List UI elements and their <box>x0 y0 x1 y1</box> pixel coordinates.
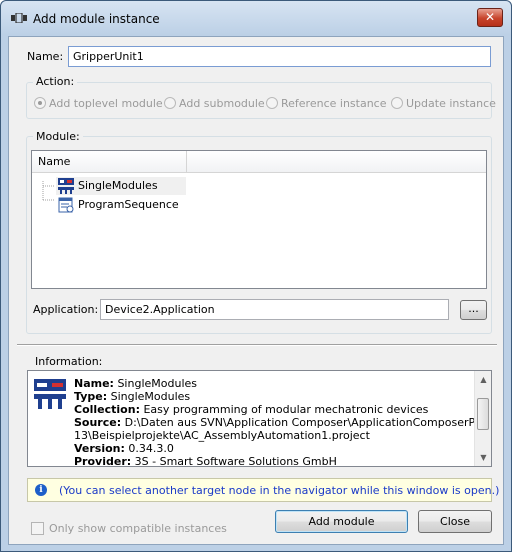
info-type: Type: SingleModules <box>74 390 191 403</box>
application-input[interactable]: Device2.Application <box>100 299 449 320</box>
program-sequence-icon <box>58 197 74 213</box>
hint-text: (You can select another target node in t… <box>59 484 500 497</box>
scroll-thumb[interactable] <box>477 398 489 430</box>
title-bar[interactable]: Add module instance ✕ <box>1 1 511 35</box>
module-set-large-icon <box>34 379 66 409</box>
window-title: Add module instance <box>33 12 160 26</box>
browse-application-button[interactable]: ... <box>460 300 487 320</box>
radio-icon <box>391 97 403 109</box>
close-window-button[interactable]: ✕ <box>477 8 503 27</box>
info-name: Name: SingleModules <box>74 377 197 390</box>
hint-bar: i (You can select another target node in… <box>27 478 499 502</box>
module-group-title: Module: <box>33 130 83 143</box>
dialog-client-area: Name: GripperUnit1 Action: Add toplevel … <box>8 36 504 545</box>
tree-item-programsequence[interactable]: ProgramSequence <box>56 196 186 214</box>
info-source-continued: 13\Beispielprojekte\AC_AssemblyAutomatio… <box>74 429 370 442</box>
radio-add-toplevel-module[interactable]: Add toplevel module <box>34 97 163 110</box>
module-app-icon <box>11 13 27 23</box>
tree-connector-lines <box>42 181 55 201</box>
info-source: Source: D:\Daten aus SVN\Application Com… <box>74 416 492 429</box>
name-label: Name: <box>27 50 64 63</box>
radio-icon <box>164 97 176 109</box>
radio-icon <box>266 97 278 109</box>
close-button[interactable]: Close <box>418 510 492 533</box>
compatible-only-checkbox[interactable] <box>31 522 44 535</box>
info-version: Version: 0.34.3.0 <box>74 442 174 455</box>
information-panel: Name: SingleModules Type: SingleModules … <box>27 370 492 467</box>
module-tree[interactable]: Name SingleModules ProgramSequence <box>31 150 487 289</box>
scroll-up-arrow-icon[interactable]: ▲ <box>475 371 491 388</box>
info-provider: Provider: 3S - Smart Software Solutions … <box>74 455 337 467</box>
radio-reference-instance[interactable]: Reference instance <box>266 97 387 110</box>
dialog-window: Add module instance ✕ Name: GripperUnit1… <box>0 0 512 552</box>
radio-update-instance[interactable]: Update instance <box>391 97 496 110</box>
compatible-only-label: Only show compatible instances <box>49 522 227 535</box>
column-header-name[interactable]: Name <box>32 151 187 173</box>
radio-selected-icon <box>34 97 46 109</box>
panel-splitter[interactable] <box>17 344 497 346</box>
tree-item-singlemodules[interactable]: SingleModules <box>56 177 186 195</box>
scroll-down-arrow-icon[interactable]: ▼ <box>475 449 491 466</box>
add-module-button[interactable]: Add module <box>275 510 408 533</box>
information-title: Information: <box>35 355 103 368</box>
info-icon: i <box>35 484 47 496</box>
action-group-title: Action: <box>33 75 78 88</box>
application-label: Application: <box>33 303 99 316</box>
info-collection: Collection: Easy programming of modular … <box>74 403 429 416</box>
radio-add-submodule[interactable]: Add submodule <box>164 97 265 110</box>
info-scrollbar[interactable]: ▲ ▼ <box>474 371 491 466</box>
tree-header: Name <box>32 151 486 173</box>
module-set-icon <box>58 178 74 194</box>
name-input[interactable]: GripperUnit1 <box>68 46 491 67</box>
